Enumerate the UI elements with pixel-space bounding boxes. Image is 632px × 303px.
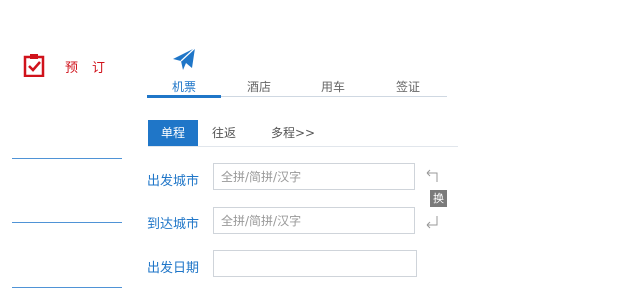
tab-car-rental[interactable]: 用车 <box>303 78 363 95</box>
clipboard-check-icon <box>23 53 45 78</box>
swap-cities-button[interactable]: 换 <box>430 190 447 207</box>
departure-date-input[interactable] <box>213 250 417 277</box>
departure-date-label: 出发日期 <box>147 261 200 276</box>
tab-hotels[interactable]: 酒店 <box>229 78 289 95</box>
tab-visa[interactable]: 签证 <box>378 78 438 95</box>
departure-city-input[interactable] <box>213 163 415 190</box>
trip-type-divider <box>148 146 458 147</box>
tab-active-indicator <box>147 95 221 98</box>
departure-city-label: 出发城市 <box>147 174 200 189</box>
left-divider <box>12 222 122 223</box>
trip-type-round-trip[interactable]: 往返 <box>212 120 236 146</box>
trip-type-one-way[interactable]: 单程 <box>148 120 198 146</box>
left-divider <box>12 287 122 288</box>
swap-arrow-top-icon <box>425 168 439 182</box>
swap-arrow-bottom-icon <box>425 214 439 229</box>
arrival-city-input[interactable] <box>213 207 415 234</box>
trip-type-multi-city[interactable]: 多程>> <box>271 120 315 146</box>
airplane-icon <box>170 46 198 74</box>
booking-label[interactable]: 预订 <box>65 57 119 76</box>
tab-flights[interactable]: 机票 <box>154 78 214 95</box>
left-divider <box>12 158 122 159</box>
arrival-city-label: 到达城市 <box>147 217 200 232</box>
